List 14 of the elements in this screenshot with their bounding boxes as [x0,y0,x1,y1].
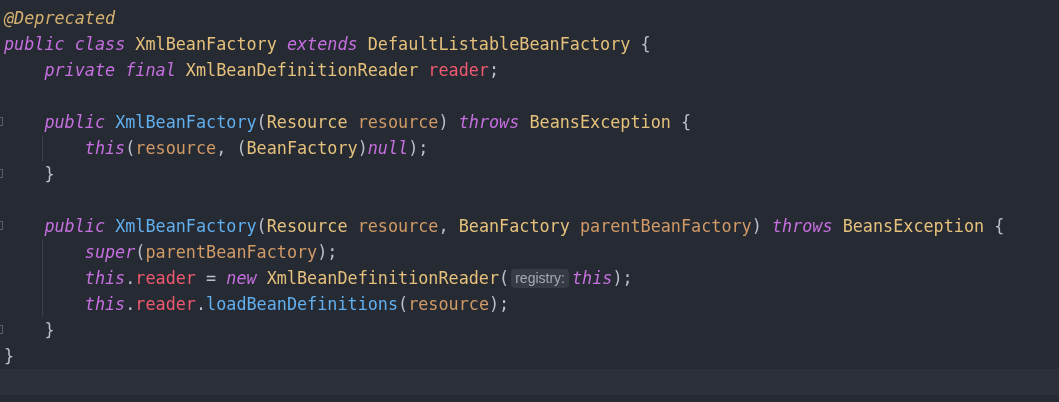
code-line: } [4,346,15,366]
code-text: this); [572,268,633,288]
code-line: this.reader.loadBeanDefinitions(resource); [84,294,510,314]
parameter-hint: registry: [511,268,569,288]
code-line: this(resource, (BeanFactory)null); [84,138,429,158]
code-line: public XmlBeanFactory(Resource resource, BeanFactory parentBeanFactory) throws BeansException { [44,216,1005,236]
code-line: private final XmlBeanDefinitionReader reader; [44,60,500,80]
code-line: @Deprecated [4,8,116,28]
code-line: } [44,164,55,184]
code-line: super(parentBeanFactory); [84,242,338,262]
code-line: public XmlBeanFactory(Resource resource) throws BeansException { [44,112,692,132]
code-line: } [44,320,55,340]
code-line: public class XmlBeanFactory extends DefaultListableBeanFactory { [4,34,651,54]
code-text: this.reader = new XmlBeanDefinitionReader( [84,268,510,288]
